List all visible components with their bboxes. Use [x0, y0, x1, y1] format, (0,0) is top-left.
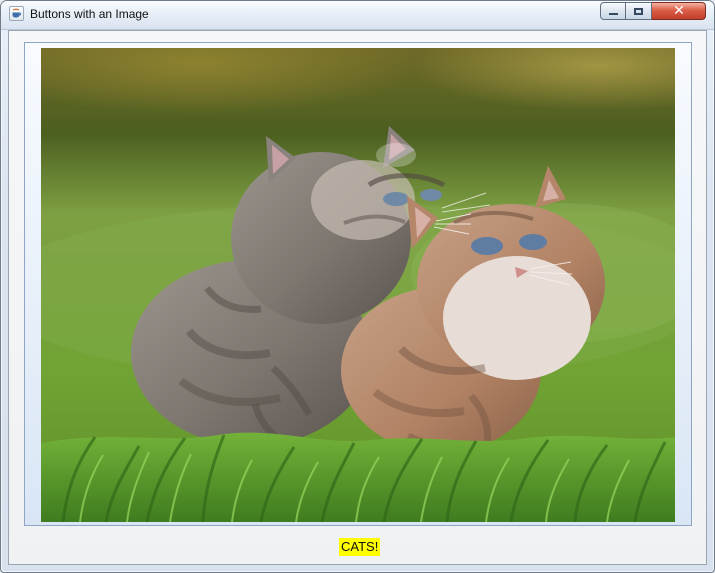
window-title: Buttons with an Image — [30, 7, 149, 21]
image-button[interactable] — [24, 42, 692, 526]
minimize-icon — [609, 13, 618, 15]
application-window: Buttons with an Image ✕ CATS! — [0, 0, 715, 573]
close-button[interactable]: ✕ — [652, 2, 706, 20]
cats-button[interactable]: CATS! — [339, 538, 381, 556]
content-pane: CATS! — [8, 30, 707, 565]
minimize-button[interactable] — [600, 2, 626, 20]
close-icon: ✕ — [673, 3, 685, 19]
maximize-button[interactable] — [626, 2, 652, 20]
title-bar: Buttons with an Image ✕ — [1, 1, 714, 30]
java-icon — [9, 6, 24, 21]
kittens-image — [41, 48, 675, 522]
maximize-icon — [634, 8, 643, 15]
window-controls: ✕ — [600, 2, 706, 22]
